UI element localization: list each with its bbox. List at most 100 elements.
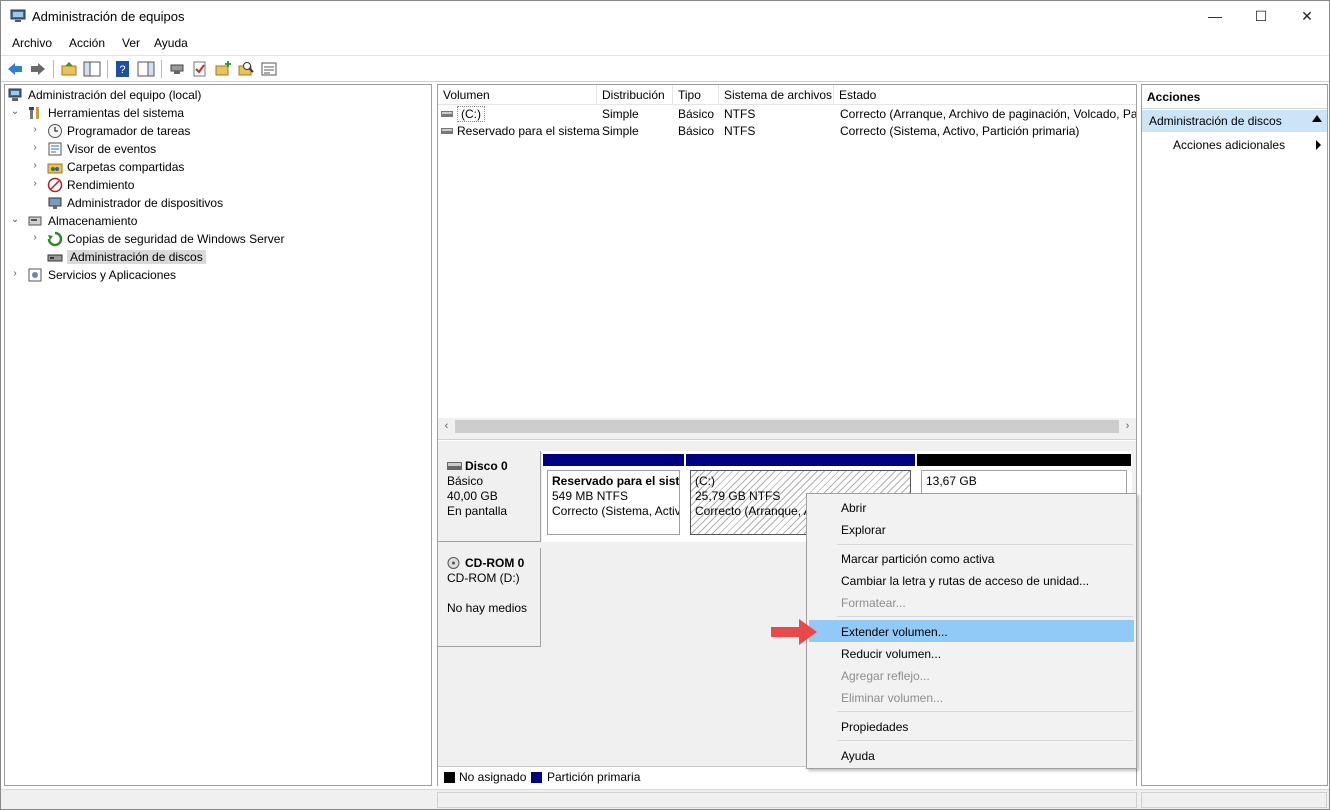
tree-label: Servicios y Aplicaciones [48,268,177,282]
computer-management-icon [10,9,26,22]
pointer-arrow-icon [771,619,817,645]
actions-section-disk-management[interactable]: Administración de discos [1142,110,1327,132]
cell-filesystem: NTFS [724,124,756,138]
back-arrow-icon[interactable] [6,60,24,78]
partition-bar [543,454,684,466]
cdrom-name: CD-ROM 0 [465,556,525,570]
help-icon[interactable]: ? [114,60,132,78]
search-icon[interactable] [237,60,255,78]
column-header-estado[interactable]: Estado [834,85,1136,105]
tree-label: Copias de seguridad de Windows Server [67,232,285,246]
chevron-down-icon[interactable]: ⌄ [10,215,20,225]
tree-label: Administración de discos [67,250,206,264]
more-actions-item[interactable]: Acciones adicionales [1173,138,1323,152]
more-actions-label: Acciones adicionales [1173,138,1286,152]
show-hide-tree-icon[interactable] [83,60,101,78]
properties-icon[interactable] [260,60,278,78]
menu-item-delete-volume[interactable]: Eliminar volumen... [809,686,1134,708]
chevron-down-icon[interactable]: ⌄ [10,107,20,117]
table-row[interactable]: (C:) Simple Básico NTFS Correcto (Arranq… [438,106,1136,123]
status-segment [1141,792,1327,808]
disk-0-info[interactable]: Disco 0 Básico 40,00 GB En pantalla [438,451,541,542]
window-title: Administración de equipos [32,9,185,24]
menu-item-change-drive-letter[interactable]: Cambiar la letra y rutas de acceso de un… [809,569,1134,591]
menu-item-shrink-volume[interactable]: Reducir volumen... [809,642,1134,664]
toolbar-separator [53,60,54,78]
cell-status: Correcto (Arranque, Archivo de paginació… [840,107,1136,121]
menu-item-add-mirror[interactable]: Agregar reflejo... [809,664,1134,686]
cdrom-drive: CD-ROM (D:) [447,571,520,585]
menu-ayuda[interactable]: Ayuda [154,36,188,50]
disk-size: 40,00 GB [447,489,498,503]
cdrom-0-info[interactable]: CD-ROM 0 CD-ROM (D:) No hay medios [438,548,541,647]
close-button[interactable]: ✕ [1284,1,1330,32]
device-manager-icon [48,197,62,209]
scroll-right-icon[interactable]: › [1119,418,1136,435]
title-bar: Administración de equipos — ☐ ✕ [1,1,1329,32]
toolbar-separator [161,60,162,78]
column-header-distribucion[interactable]: Distribución [597,85,673,105]
shared-folder-icon [47,163,63,174]
menu-item-open[interactable]: Abrir [809,496,1134,518]
chevron-right-icon[interactable]: › [10,269,20,279]
menu-item-help[interactable]: Ayuda [809,744,1134,766]
chevron-right-icon[interactable]: › [30,143,40,153]
partition-size: 549 MB NTFS [552,489,629,503]
menu-ver[interactable]: Ver [122,36,140,50]
menu-item-format[interactable]: Formatear... [809,591,1134,613]
legend-label-primary: Partición primaria [547,770,641,784]
computer-management-icon [8,88,22,101]
connect-icon[interactable] [168,60,186,78]
scrollbar-thumb[interactable] [455,420,1119,433]
column-header-sistema-archivos[interactable]: Sistema de archivos [719,85,834,105]
menu-accion[interactable]: Acción [69,36,105,50]
partition-system-reserved[interactable]: Reservado para el siste 549 MB NTFS Corr… [542,453,685,540]
check-icon[interactable] [191,60,209,78]
legend: No asignado Partición primaria [438,766,1136,786]
submenu-arrow-icon [1316,140,1321,150]
column-header-tipo[interactable]: Tipo [673,85,719,105]
menu-item-explore[interactable]: Explorar [809,518,1134,540]
partition-bar [686,454,915,466]
horizontal-scrollbar[interactable]: ‹ › [438,418,1136,435]
tree-label: Rendimiento [67,178,135,192]
chevron-right-icon[interactable]: › [30,233,40,243]
show-actions-icon[interactable] [137,60,155,78]
toolbar-separator [107,60,108,78]
chevron-right-icon[interactable]: › [30,179,40,189]
pane-splitter[interactable] [438,435,1136,440]
menu-archivo[interactable]: Archivo [12,36,52,50]
folder-up-icon[interactable] [60,60,78,78]
legend-label-unallocated: No asignado [459,770,527,784]
minimize-button[interactable]: — [1192,1,1238,32]
tree-label: Almacenamiento [48,214,138,228]
svg-text:?: ? [119,64,125,76]
menu-item-properties[interactable]: Propiedades [809,715,1134,737]
menu-separator [837,616,1133,617]
tree-label: Administración del equipo (local) [28,88,202,102]
partition-context-menu: Abrir Explorar Marcar partición como act… [806,493,1137,769]
event-log-icon [48,142,62,156]
new-folder-icon[interactable] [214,60,232,78]
partition-status: Correcto (Sistema, Activ [552,504,680,518]
status-bar [1,789,1329,809]
chevron-right-icon[interactable]: › [30,161,40,171]
partition-size: 13,67 GB [926,474,977,488]
column-header-volumen[interactable]: Volumen [438,85,597,105]
forward-arrow-icon[interactable] [29,60,47,78]
chevron-right-icon[interactable]: › [30,125,40,135]
legend-swatch-unallocated [444,772,455,783]
cdrom-icon [447,557,460,569]
menu-bar: Archivo Acción Ver Ayuda [1,32,1329,54]
cell-type: Básico [678,107,715,121]
maximize-button[interactable]: ☐ [1238,1,1284,32]
menu-item-mark-active[interactable]: Marcar partición como activa [809,547,1134,569]
collapse-icon[interactable] [1312,115,1322,122]
performance-icon [47,177,63,193]
hard-disk-icon [447,462,462,470]
table-row[interactable]: Reservado para el sistema Simple Básico … [438,123,1136,140]
scroll-left-icon[interactable]: ‹ [438,418,455,435]
backup-icon [47,231,63,247]
menu-item-extend-volume[interactable]: Extender volumen... [809,620,1134,642]
toolbar: ? [1,55,1329,82]
